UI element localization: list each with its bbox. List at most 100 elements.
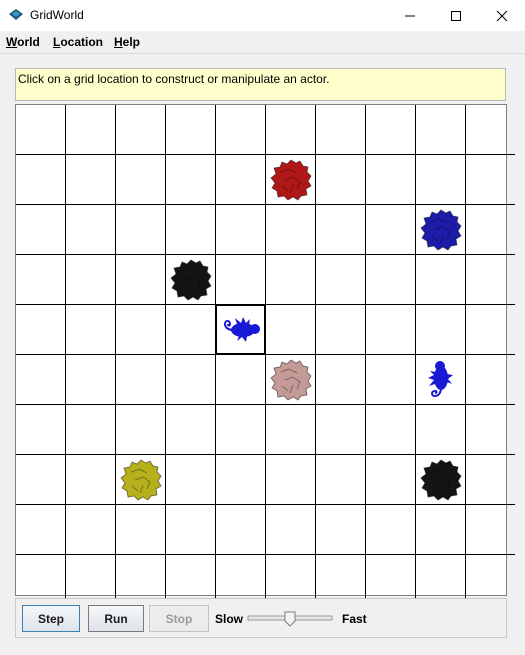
step-button[interactable]: Step — [22, 605, 80, 632]
grid-cell[interactable] — [16, 255, 66, 305]
grid-cell[interactable] — [466, 305, 515, 355]
grid-cell[interactable] — [116, 305, 166, 355]
grid-cell[interactable] — [66, 355, 116, 405]
rock-actor[interactable] — [419, 208, 463, 257]
grid-cell[interactable] — [66, 255, 116, 305]
grid-cell[interactable] — [116, 255, 166, 305]
grid-cell[interactable] — [416, 155, 466, 205]
grid-cell[interactable] — [316, 155, 366, 205]
grid-cell[interactable] — [416, 505, 466, 555]
grid-cell[interactable] — [266, 305, 316, 355]
grid-cell[interactable] — [66, 505, 116, 555]
run-button[interactable]: Run — [88, 605, 144, 632]
grid-cell[interactable] — [266, 205, 316, 255]
grid-cell[interactable] — [366, 555, 416, 604]
grid-cell[interactable] — [366, 355, 416, 405]
minimize-button[interactable] — [387, 0, 433, 31]
grid-cell[interactable] — [216, 205, 266, 255]
grid-cell[interactable] — [66, 405, 116, 455]
grid-cell[interactable] — [216, 255, 266, 305]
grid-cell[interactable] — [116, 555, 166, 604]
grid-cell[interactable] — [366, 505, 416, 555]
rock-actor[interactable] — [119, 458, 163, 507]
rock-actor[interactable] — [419, 458, 463, 507]
menu-world[interactable]: World — [6, 35, 40, 49]
grid-cell[interactable] — [316, 455, 366, 505]
grid-cell[interactable] — [116, 505, 166, 555]
grid-cell[interactable] — [116, 205, 166, 255]
grid-cell[interactable] — [116, 105, 166, 155]
grid-cell[interactable] — [366, 205, 416, 255]
grid-cell[interactable] — [116, 405, 166, 455]
grid-cell[interactable] — [366, 155, 416, 205]
grid-cell[interactable] — [16, 555, 66, 604]
grid-cell[interactable] — [466, 105, 515, 155]
grid-cell[interactable] — [16, 305, 66, 355]
grid-cell[interactable] — [466, 205, 515, 255]
grid-cell[interactable] — [66, 205, 116, 255]
grid-cell[interactable] — [316, 105, 366, 155]
grid-cell[interactable] — [416, 405, 466, 455]
grid-cell[interactable] — [266, 405, 316, 455]
grid-cell[interactable] — [16, 105, 66, 155]
rock-actor[interactable] — [169, 258, 213, 307]
grid-cell[interactable] — [166, 155, 216, 205]
grid-cell[interactable] — [116, 155, 166, 205]
grid-cell[interactable] — [266, 555, 316, 604]
grid-cell[interactable] — [316, 255, 366, 305]
grid-cell[interactable] — [16, 455, 66, 505]
grid-cell[interactable] — [416, 555, 466, 604]
grid-cell[interactable] — [316, 405, 366, 455]
grid-cell[interactable] — [266, 255, 316, 305]
grid-cell[interactable] — [216, 555, 266, 604]
grid-cell[interactable] — [416, 255, 466, 305]
grid-cell[interactable] — [366, 455, 416, 505]
grid-cell[interactable] — [216, 505, 266, 555]
grid-cell[interactable] — [166, 555, 216, 604]
grid-cell[interactable] — [216, 355, 266, 405]
grid-cell[interactable] — [316, 355, 366, 405]
grid-cell[interactable] — [166, 105, 216, 155]
grid-cell[interactable] — [466, 555, 515, 604]
rock-actor[interactable] — [269, 158, 313, 207]
menu-location[interactable]: Location — [53, 35, 103, 49]
grid-cell[interactable] — [316, 505, 366, 555]
grid-cell[interactable] — [466, 155, 515, 205]
close-button[interactable] — [479, 0, 525, 31]
menu-help[interactable]: Help — [114, 35, 140, 49]
grid-cell[interactable] — [166, 505, 216, 555]
grid-cell[interactable] — [466, 255, 515, 305]
grid-cell[interactable] — [16, 355, 66, 405]
grid-cell[interactable] — [216, 455, 266, 505]
grid-cell[interactable] — [16, 405, 66, 455]
grid-cell[interactable] — [66, 555, 116, 604]
grid-cell[interactable] — [466, 505, 515, 555]
rock-actor[interactable] — [269, 358, 313, 407]
grid-panel[interactable] — [15, 104, 515, 604]
grid-cell[interactable] — [316, 555, 366, 604]
grid-cell[interactable] — [316, 305, 366, 355]
grid-cell[interactable] — [366, 255, 416, 305]
grid-cell[interactable] — [216, 105, 266, 155]
grid-cell[interactable] — [366, 305, 416, 355]
grid-cell[interactable] — [366, 105, 416, 155]
grid-cell[interactable] — [16, 505, 66, 555]
grid-cell[interactable] — [166, 405, 216, 455]
bug-actor[interactable] — [219, 308, 263, 357]
grid-cell[interactable] — [66, 455, 116, 505]
grid-cell[interactable] — [416, 305, 466, 355]
grid-cell[interactable] — [216, 155, 266, 205]
grid-cell[interactable] — [66, 155, 116, 205]
grid-cell[interactable] — [266, 455, 316, 505]
grid-cell[interactable] — [16, 155, 66, 205]
grid-cell[interactable] — [16, 205, 66, 255]
grid-cell[interactable] — [116, 355, 166, 405]
grid-cell[interactable] — [416, 105, 466, 155]
speed-slider-thumb[interactable] — [284, 611, 296, 627]
grid-cell[interactable] — [166, 355, 216, 405]
speed-slider[interactable] — [246, 611, 350, 627]
grid-cell[interactable] — [166, 305, 216, 355]
grid-cell[interactable] — [266, 105, 316, 155]
grid-cell[interactable] — [366, 405, 416, 455]
grid-cell[interactable] — [166, 205, 216, 255]
